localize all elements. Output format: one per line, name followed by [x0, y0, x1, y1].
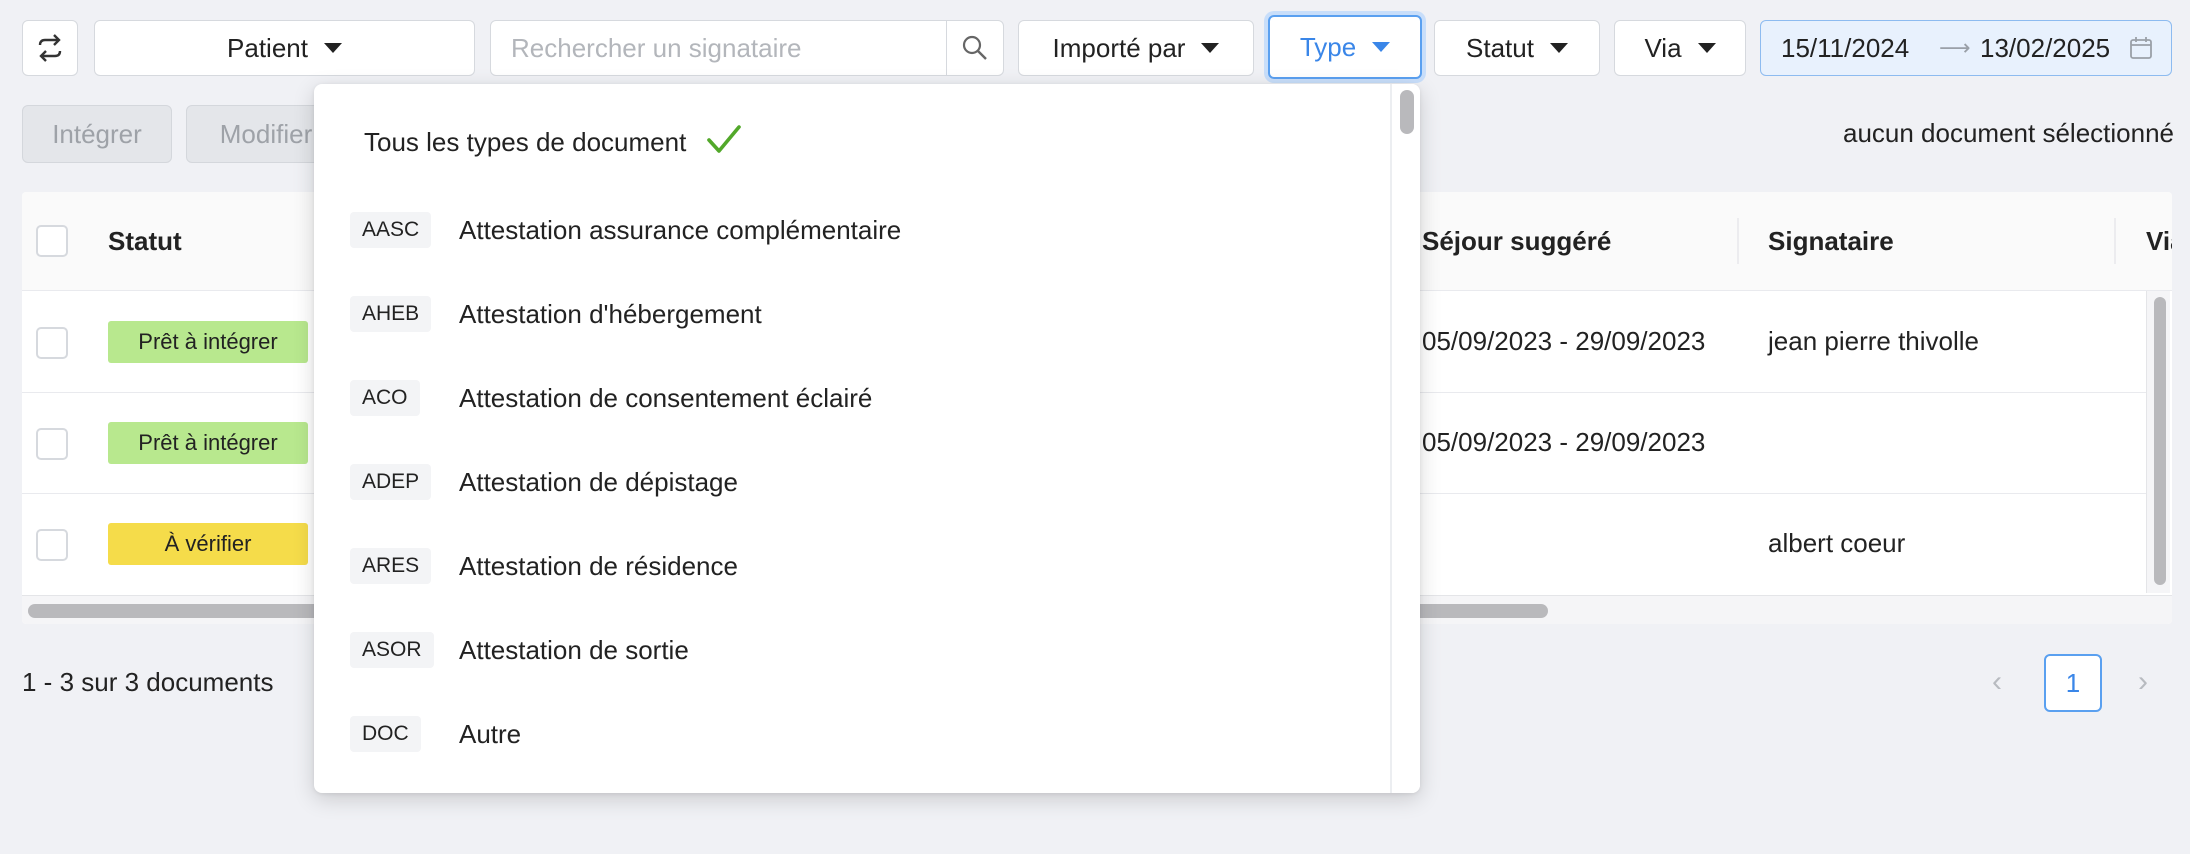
caret-down-icon: [1201, 43, 1220, 53]
search-button[interactable]: [946, 21, 1003, 75]
refresh-button[interactable]: [22, 20, 78, 76]
all-types-label: Tous les types de document: [364, 126, 687, 157]
date-start[interactable]: 15/11/2024: [1781, 33, 1909, 64]
type-code: ADEP: [350, 464, 432, 500]
caret-down-icon: [1372, 42, 1391, 52]
header-via[interactable]: Via: [2146, 192, 2172, 290]
dropdown-option[interactable]: ACO Attestation de consentement éclairé: [314, 356, 1390, 440]
patient-filter-dropdown[interactable]: Patient: [94, 20, 475, 76]
pagination-summary: 1 - 3 sur 3 documents: [22, 667, 274, 697]
dropdown-scrollbar-thumb[interactable]: [1400, 90, 1414, 134]
row-checkbox[interactable]: [36, 428, 68, 460]
status-filter-label: Statut: [1466, 32, 1534, 63]
dropdown-option[interactable]: ADEP Attestation de dépistage: [314, 440, 1390, 524]
imported-by-label: Importé par: [1052, 32, 1186, 63]
status-badge: Prêt à intégrer: [108, 321, 308, 363]
arrow-right-icon: ⟶: [1939, 35, 1971, 60]
type-code: AHEB: [350, 296, 432, 332]
type-code: ACO: [350, 380, 420, 416]
page-button-current[interactable]: 1: [2044, 654, 2102, 712]
refresh-icon: [38, 34, 62, 62]
caret-down-icon: [1697, 43, 1716, 53]
select-all-checkbox[interactable]: [36, 225, 68, 257]
chevron-right-icon[interactable]: ›: [2138, 665, 2148, 699]
via-filter-dropdown[interactable]: Via: [1614, 20, 1746, 76]
type-label: Attestation de consentement éclairé: [459, 382, 873, 413]
calendar-icon: [2130, 37, 2152, 59]
header-status[interactable]: Statut: [108, 192, 182, 290]
suggested-stay-cell: 05/09/2023 - 29/09/2023: [1422, 326, 1706, 356]
date-range-picker[interactable]: 15/11/2024 ⟶ 13/02/2025: [1760, 20, 2172, 76]
dropdown-option[interactable]: ARES Attestation de résidence: [314, 524, 1390, 608]
column-divider[interactable]: [2114, 218, 2116, 264]
row-checkbox[interactable]: [36, 529, 68, 561]
integrate-button[interactable]: Intégrer: [22, 105, 172, 163]
dropdown-scrollbar-track[interactable]: [1390, 84, 1420, 793]
imported-by-filter-dropdown[interactable]: Importé par: [1018, 20, 1254, 76]
type-code: ARES: [350, 548, 432, 584]
header-signatory[interactable]: Signataire: [1768, 192, 1894, 290]
signatory-cell: jean pierre thivolle: [1768, 326, 1980, 356]
suggested-stay-cell: 05/09/2023 - 29/09/2023: [1422, 427, 1706, 457]
vertical-scrollbar-track[interactable]: [2146, 291, 2170, 593]
vertical-scrollbar-thumb[interactable]: [2154, 297, 2166, 585]
status-badge: À vérifier: [108, 523, 308, 565]
dropdown-option-all-types[interactable]: Tous les types de document: [314, 100, 1390, 184]
row-checkbox[interactable]: [36, 327, 68, 359]
checkmark-icon: [707, 125, 741, 153]
dropdown-option[interactable]: AASC Attestation assurance complémentair…: [314, 188, 1390, 272]
type-label: Attestation d'hébergement: [459, 298, 762, 329]
signatory-search-input[interactable]: [491, 21, 946, 75]
chevron-left-icon[interactable]: ‹: [1992, 665, 2002, 699]
column-divider[interactable]: [1737, 218, 1739, 264]
signatory-search: [490, 20, 1004, 76]
type-label: Autre: [459, 718, 522, 749]
type-label: Attestation de résidence: [459, 550, 738, 581]
dropdown-option[interactable]: DOC Autre: [314, 692, 1390, 776]
date-end[interactable]: 13/02/2025: [1980, 33, 2110, 64]
status-badge: Prêt à intégrer: [108, 422, 308, 464]
integrate-label: Intégrer: [52, 118, 142, 149]
signatory-cell: albert coeur: [1768, 528, 1906, 558]
modify-label: Modifier: [219, 118, 313, 149]
type-dropdown-menu: Tous les types de document AASC Attestat…: [314, 84, 1420, 793]
dropdown-option[interactable]: ASOR Attestation de sortie: [314, 608, 1390, 692]
type-label: Attestation de sortie: [459, 634, 689, 665]
type-code: AASC: [350, 212, 432, 248]
caret-down-icon: [323, 43, 342, 53]
patient-filter-label: Patient: [227, 32, 308, 63]
type-code: DOC: [350, 716, 421, 752]
type-code: ASOR: [350, 632, 434, 668]
header-suggested-stay[interactable]: Séjour suggéré: [1422, 192, 1611, 290]
search-icon: [962, 35, 987, 60]
selection-info: aucun document sélectionné: [1842, 118, 2174, 148]
type-filter-label: Type: [1299, 31, 1357, 62]
type-label: Attestation assurance complémentaire: [459, 214, 902, 245]
type-filter-dropdown[interactable]: Type: [1268, 15, 1422, 79]
type-label: Attestation de dépistage: [459, 466, 738, 497]
current-page-number: 1: [2065, 667, 2081, 698]
via-filter-label: Via: [1644, 32, 1682, 63]
caret-down-icon: [1549, 43, 1568, 53]
dropdown-option[interactable]: AHEB Attestation d'hébergement: [314, 272, 1390, 356]
status-filter-dropdown[interactable]: Statut: [1434, 20, 1600, 76]
